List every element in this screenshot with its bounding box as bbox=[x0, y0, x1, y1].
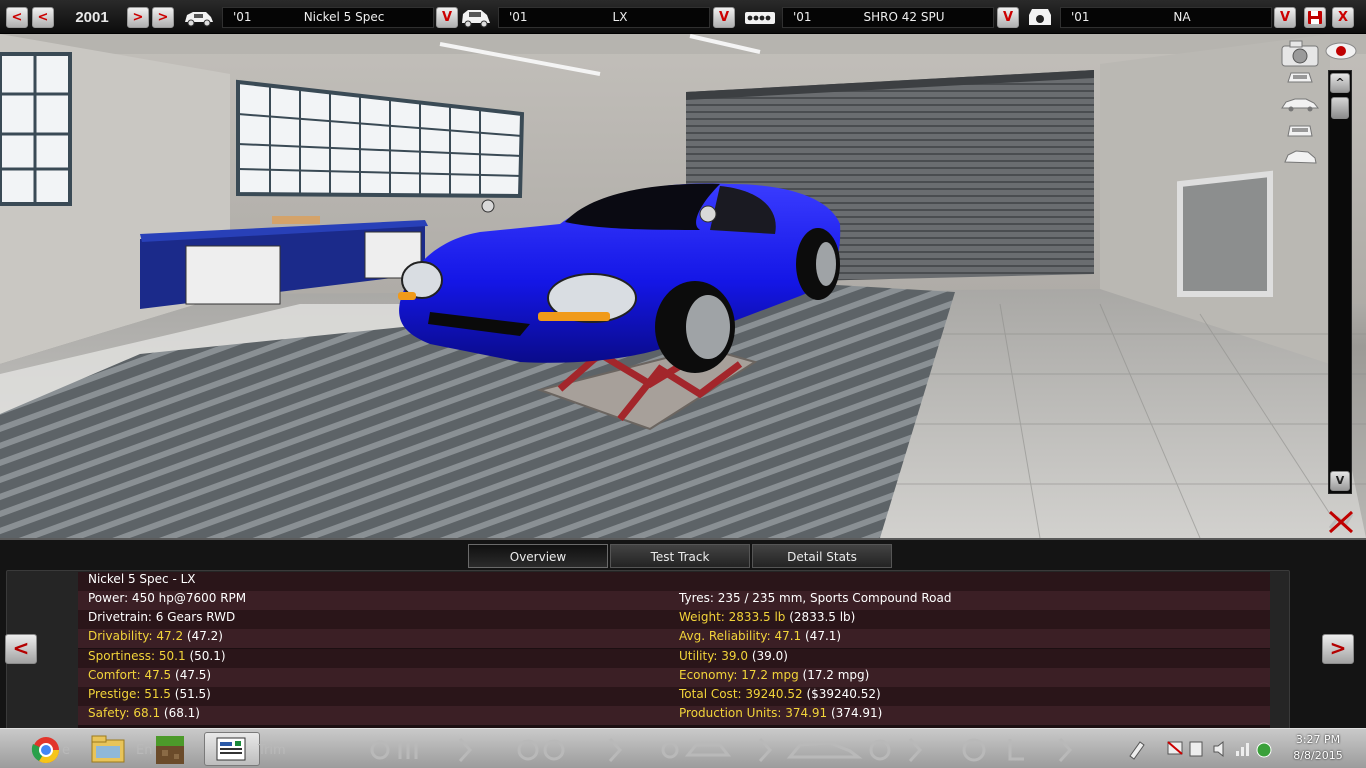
minecraft-icon[interactable] bbox=[146, 732, 198, 766]
year-prev-button[interactable]: < bbox=[6, 7, 28, 28]
car-side-view-icon[interactable] bbox=[1280, 96, 1320, 112]
aspiration-year: '01 bbox=[1071, 10, 1090, 24]
car-3d-viewport[interactable]: ^ V bbox=[0, 34, 1366, 538]
car-trim-icon bbox=[462, 10, 490, 28]
stats-row: Drivability: 47.2 (47.2) Avg. Reliabilit… bbox=[78, 629, 1270, 648]
trim-year: '01 bbox=[509, 10, 528, 24]
trim-dropdown-button[interactable]: V bbox=[713, 7, 735, 28]
tab-overview[interactable]: Overview bbox=[468, 544, 608, 568]
pen-icon bbox=[1129, 741, 1145, 760]
aspiration-selector[interactable]: '01 NA bbox=[1060, 7, 1272, 28]
model-name: Nickel 5 Spec bbox=[303, 10, 385, 24]
reset-view-icon[interactable] bbox=[1326, 508, 1356, 534]
speaker-icon bbox=[1213, 740, 1224, 758]
clock-time: 3:27 PM bbox=[1295, 733, 1341, 746]
year-prev-fast-button[interactable]: < bbox=[32, 7, 54, 28]
trim-selector[interactable]: '01 LX bbox=[498, 7, 710, 28]
car-title: Nickel 5 Spec - LX bbox=[88, 572, 196, 586]
car-rear-view-icon[interactable] bbox=[1284, 120, 1316, 140]
tab-test-track[interactable]: Test Track bbox=[610, 544, 750, 568]
aspiration-dropdown-button[interactable]: V bbox=[1274, 7, 1296, 28]
year-next-fast-button[interactable]: > bbox=[152, 7, 174, 28]
taskbar-ghost-text: Trim bbox=[258, 743, 286, 758]
overview-stats: Nickel 5 Spec - LX Power: 450 hp@7600 RP… bbox=[78, 572, 1270, 728]
comfort-stat: Comfort: 47.5 (47.5) bbox=[88, 668, 212, 682]
devices-icon bbox=[1189, 741, 1203, 757]
model-selector[interactable]: '01 Nickel 5 Spec bbox=[222, 7, 434, 28]
scroll-down-button[interactable]: V bbox=[1330, 471, 1350, 491]
automation-taskbar-button[interactable] bbox=[204, 732, 260, 766]
year-next-button[interactable]: > bbox=[127, 7, 149, 28]
car-model-icon bbox=[185, 12, 213, 27]
stats-row: Drivetrain: 6 Gears RWD Weight: 2833.5 l… bbox=[78, 610, 1270, 629]
model-dropdown-button[interactable]: V bbox=[436, 7, 458, 28]
stats-row: Prestige: 51.5 (51.5) Total Cost: 39240.… bbox=[78, 687, 1270, 706]
prestige-stat: Prestige: 51.5 (51.5) bbox=[88, 687, 211, 701]
floppy-disk-icon[interactable] bbox=[1304, 7, 1326, 28]
engine-variant-icon bbox=[1029, 9, 1051, 25]
economy-stat: Economy: 17.2 mpg (17.2 mpg) bbox=[679, 668, 870, 682]
tab-detail-stats[interactable]: Detail Stats bbox=[752, 544, 892, 568]
camera-icon[interactable] bbox=[1280, 38, 1320, 68]
flag-error-icon bbox=[1167, 741, 1183, 755]
stats-row: Safety: 68.1 (68.1) Production Units: 37… bbox=[78, 706, 1270, 725]
sportiness-stat: Sportiness: 50.1 (50.1) bbox=[88, 649, 226, 663]
network-icon bbox=[1236, 743, 1249, 756]
utility-stat: Utility: 39.0 (39.0) bbox=[679, 649, 788, 663]
safety-stat: Safety: 68.1 (68.1) bbox=[88, 706, 200, 720]
year-display: 2001 bbox=[75, 9, 109, 26]
car-perspective-view-icon[interactable] bbox=[1282, 146, 1318, 168]
stats-row: Power: 450 hp@7600 RPM Tyres: 235 / 235 … bbox=[78, 591, 1270, 610]
file-explorer-icon[interactable] bbox=[84, 732, 136, 766]
trim-name: LX bbox=[612, 10, 628, 24]
engine-name: SHRO 42 SPU bbox=[863, 10, 945, 24]
automation-car-designer: < < 2001 > > '01 Nickel 5 Spec V '01 LX … bbox=[0, 0, 1366, 768]
weight-stat: Weight: 2833.5 lb (2833.5 lb) bbox=[679, 610, 856, 624]
stats-row: Nickel 5 Spec - LX bbox=[78, 572, 1270, 591]
power-stat: Power: 450 hp@7600 RPM bbox=[88, 591, 247, 605]
garage-scene bbox=[0, 34, 1366, 538]
next-page-button[interactable]: > bbox=[1322, 634, 1354, 664]
previous-page-button[interactable]: < bbox=[5, 634, 37, 664]
tray-icons bbox=[1129, 740, 1272, 760]
taskbar-ghost-text: e bbox=[62, 743, 70, 758]
production-units-stat: Production Units: 374.91 (374.91) bbox=[679, 706, 883, 720]
stats-row: Comfort: 47.5 (47.5) Economy: 17.2 mpg (… bbox=[78, 668, 1270, 687]
engine-selector[interactable]: '01 SHRO 42 SPU bbox=[782, 7, 994, 28]
drivetrain-stat: Drivetrain: 6 Gears RWD bbox=[88, 610, 236, 624]
aspiration-name: NA bbox=[1173, 10, 1191, 24]
design-steps-ghost bbox=[370, 737, 1073, 763]
model-year: '01 bbox=[233, 10, 252, 24]
total-cost-stat: Total Cost: 39240.52 ($39240.52) bbox=[679, 687, 881, 701]
scroll-up-button[interactable]: ^ bbox=[1330, 73, 1350, 93]
car-front-view-icon[interactable] bbox=[1284, 68, 1316, 86]
zoom-scrollbar[interactable]: ^ V bbox=[1328, 70, 1352, 494]
system-tray: 3:27 PM 8/8/2015 bbox=[1120, 728, 1366, 768]
tyres-stat: Tyres: 235 / 235 mm, Sports Compound Roa… bbox=[679, 591, 952, 605]
security-icon bbox=[1256, 742, 1272, 758]
engine-dropdown-button[interactable]: V bbox=[997, 7, 1019, 28]
top-toolbar: < < 2001 > > '01 Nickel 5 Spec V '01 LX … bbox=[0, 0, 1366, 34]
stats-row: Sportiness: 50.1 (50.1) Utility: 39.0 (3… bbox=[78, 649, 1270, 668]
clock-date: 8/8/2015 bbox=[1293, 749, 1343, 762]
drivability-stat: Drivability: 47.2 (47.2) bbox=[88, 629, 223, 643]
reliability-stat: Avg. Reliability: 47.1 (47.1) bbox=[679, 629, 842, 643]
eye-icon[interactable] bbox=[1324, 40, 1358, 62]
scroll-thumb[interactable] bbox=[1331, 97, 1349, 119]
engine-icon bbox=[745, 12, 775, 24]
close-button[interactable]: X bbox=[1332, 7, 1354, 28]
engine-year: '01 bbox=[793, 10, 812, 24]
